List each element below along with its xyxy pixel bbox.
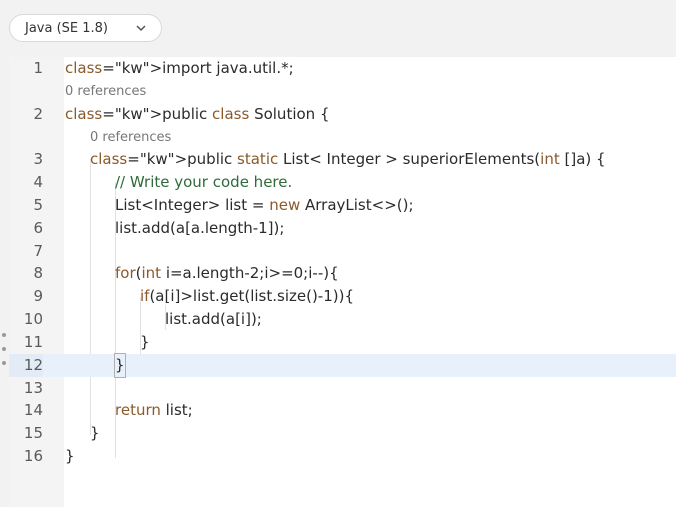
code-line-11[interactable]: 11 } (9, 331, 676, 354)
line-number: 5 (33, 196, 43, 214)
line-number: 7 (33, 242, 43, 260)
drag-dot-icon (2, 333, 6, 337)
language-select[interactable]: Java (SE 1.8) (9, 14, 162, 42)
line-number: 13 (23, 379, 43, 397)
drag-dot-icon (2, 347, 6, 351)
line-number: 3 (33, 150, 43, 168)
line-text: } (140, 333, 150, 351)
line-number: 16 (23, 447, 43, 465)
code-lens-references[interactable]: 0 references (65, 80, 146, 103)
line-text: list.add(a[i]); (165, 310, 262, 328)
line-number: 2 (33, 105, 43, 123)
line-number: 9 (33, 287, 43, 305)
line-text: class="kw">public static List< Integer >… (90, 150, 606, 168)
panel-resize-handle[interactable] (2, 333, 7, 365)
drag-dot-icon (2, 361, 6, 365)
line-number: 6 (33, 219, 43, 237)
code-line-9[interactable]: 9 if(a[i]>list.get(list.size()-1)){ (9, 285, 676, 308)
code-line-12-active[interactable]: 12 } (9, 353, 676, 378)
line-text: class="kw">public class Solution { (65, 105, 330, 123)
line-number: 12 (9, 354, 43, 377)
editor-toolbar: Java (SE 1.8) (0, 0, 676, 57)
line-number: 15 (23, 424, 43, 442)
code-line-14[interactable]: 14 return list; (9, 399, 676, 422)
code-lens-references[interactable]: 0 references (90, 126, 171, 149)
code-line-10[interactable]: 10 list.add(a[i]); (9, 308, 676, 331)
line-text: if(a[i]>list.get(list.size()-1)){ (140, 287, 355, 305)
line-text: List<Integer> list = new ArrayList<>(); (115, 196, 414, 214)
line-text: list.add(a[a.length-1]); (115, 219, 285, 237)
line-number: 8 (33, 264, 43, 282)
line-text: // Write your code here. (115, 173, 293, 191)
line-text: return list; (115, 401, 193, 419)
code-line-4[interactable]: 4 // Write your code here. (9, 171, 676, 194)
code-line-13[interactable]: 13 (9, 377, 676, 400)
code-line-15[interactable]: 15 } (9, 422, 676, 445)
language-select-label: Java (SE 1.8) (25, 20, 109, 36)
code-line-7[interactable]: 7 (9, 240, 676, 263)
code-line-1[interactable]: 1 class="kw">import java.util.*; (9, 57, 676, 80)
code-line-2[interactable]: 2 class="kw">public class Solution { (9, 103, 676, 126)
line-number: 10 (23, 310, 43, 328)
code-editor[interactable]: 1 class="kw">import java.util.*; 0 refer… (9, 57, 676, 507)
code-line-3[interactable]: 3 class="kw">public static List< Integer… (9, 148, 676, 171)
line-text: } (90, 424, 100, 442)
line-number: 4 (33, 173, 43, 191)
code-line-16[interactable]: 16 } (9, 445, 676, 468)
line-number: 1 (33, 59, 43, 77)
code-line-8[interactable]: 8 for(int i=a.length-2;i>=0;i--){ (9, 262, 676, 285)
line-number: 11 (23, 333, 43, 351)
line-text: for(int i=a.length-2;i>=0;i--){ (115, 264, 339, 282)
chevron-down-icon (136, 25, 146, 32)
line-number: 14 (23, 401, 43, 419)
code-line-6[interactable]: 6 list.add(a[a.length-1]); (9, 217, 676, 240)
line-text: } (65, 447, 75, 465)
code-line-5[interactable]: 5 List<Integer> list = new ArrayList<>()… (9, 194, 676, 217)
line-text: } (114, 353, 126, 378)
line-text: class="kw">import java.util.*; (65, 59, 294, 77)
